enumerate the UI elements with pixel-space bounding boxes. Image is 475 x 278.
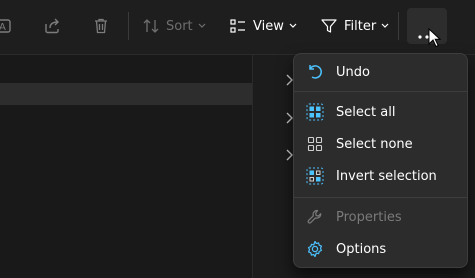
menu-separator	[294, 91, 467, 92]
more-options-menu: Undo Select all Select none Invert selec…	[293, 53, 468, 268]
chevron-down-icon	[289, 23, 297, 29]
toolbar-separator	[398, 12, 399, 40]
view-label: View	[253, 18, 284, 34]
rename-icon: A	[0, 16, 14, 36]
filter-label: Filter	[344, 18, 377, 34]
select-all-icon	[306, 103, 324, 121]
menu-item-properties: Properties	[298, 202, 463, 232]
menu-item-invert-selection[interactable]: Invert selection	[298, 161, 463, 191]
filter-button[interactable]: Filter	[320, 10, 389, 42]
svg-text:A: A	[0, 22, 6, 33]
view-button[interactable]: View	[229, 10, 297, 42]
menu-item-label: Select none	[336, 136, 413, 152]
view-icon	[229, 17, 247, 35]
delete-icon	[91, 16, 111, 36]
chevron-down-icon	[198, 23, 206, 29]
sort-button[interactable]: Sort	[142, 10, 206, 42]
share-icon	[42, 16, 62, 36]
invert-selection-icon	[306, 167, 324, 185]
menu-item-undo[interactable]: Undo	[298, 57, 463, 87]
share-button[interactable]	[42, 10, 62, 42]
chevron-down-icon	[381, 23, 389, 29]
rename-button[interactable]: A	[0, 10, 14, 42]
menu-item-label: Undo	[336, 64, 370, 80]
delete-button[interactable]	[91, 10, 111, 42]
menu-item-label: Invert selection	[336, 168, 437, 184]
command-bar: A Sort View Filter	[0, 0, 475, 55]
filter-icon	[320, 17, 338, 35]
mouse-cursor-icon	[428, 27, 442, 52]
wrench-icon	[306, 208, 324, 226]
undo-icon	[306, 63, 324, 81]
select-none-icon	[306, 135, 324, 153]
menu-separator	[294, 197, 467, 198]
sort-label: Sort	[166, 18, 193, 34]
menu-item-label: Properties	[336, 209, 402, 225]
menu-item-select-all[interactable]: Select all	[298, 97, 463, 127]
selected-row[interactable]	[0, 83, 252, 105]
menu-item-label: Options	[336, 241, 387, 257]
menu-item-label: Select all	[336, 104, 396, 120]
gear-icon	[306, 240, 324, 258]
sort-icon	[142, 17, 160, 35]
menu-item-select-none[interactable]: Select none	[298, 129, 463, 159]
toolbar-separator	[128, 12, 129, 40]
menu-item-options[interactable]: Options	[298, 234, 463, 264]
